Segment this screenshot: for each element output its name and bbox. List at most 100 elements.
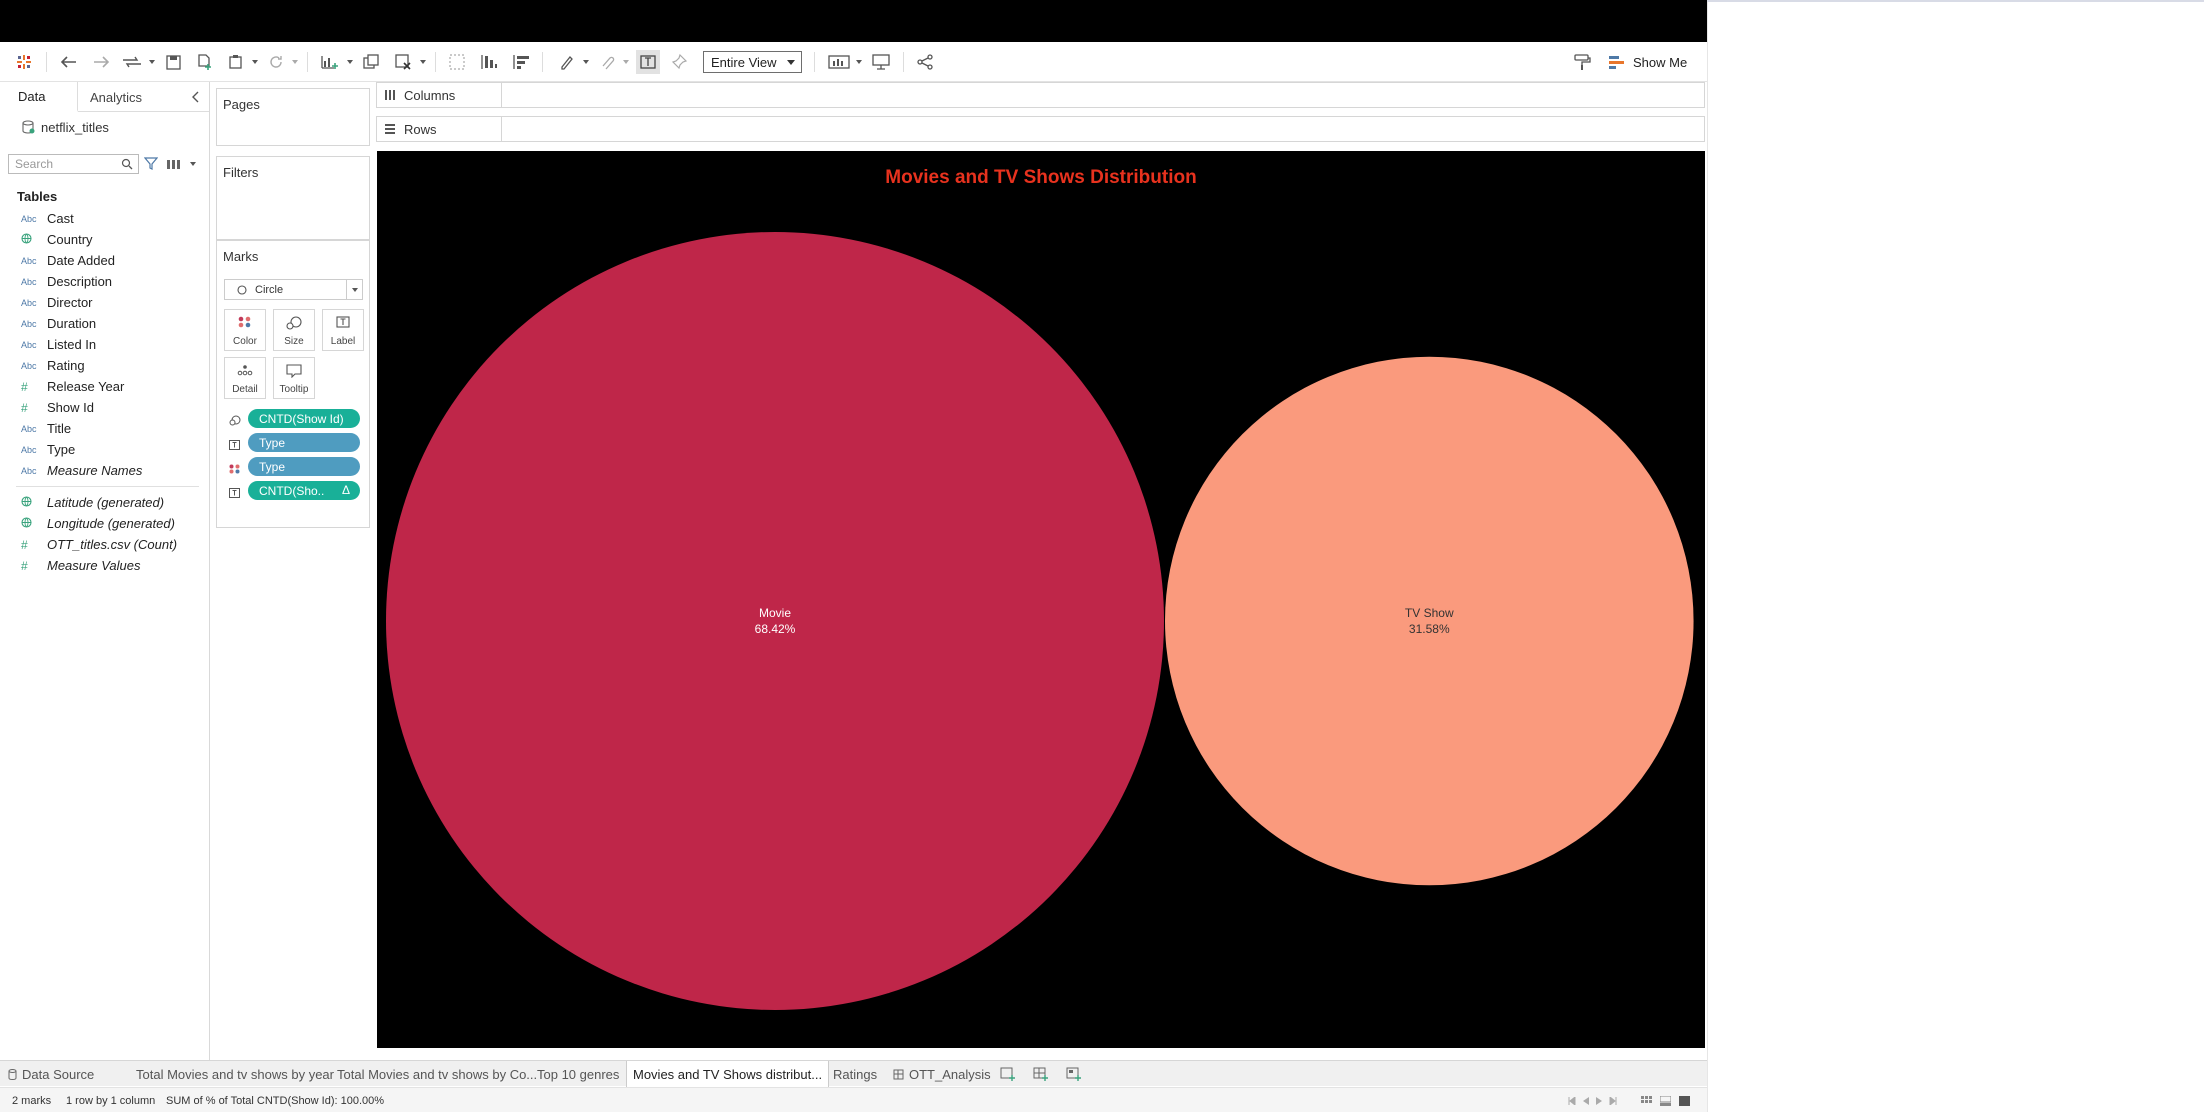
new-worksheet-tab-icon[interactable] (1000, 1061, 1016, 1087)
sheet-sorter-icon[interactable] (1641, 1095, 1652, 1106)
chevron-down-icon[interactable] (290, 50, 300, 74)
next-sheet-icon[interactable] (1596, 1096, 1602, 1105)
filmstrip-icon[interactable] (1660, 1095, 1671, 1106)
sheet-tab[interactable]: Top 10 genres (537, 1061, 619, 1087)
show-mark-labels-icon[interactable] (636, 50, 660, 74)
bubble-mark[interactable] (386, 232, 1164, 1010)
new-story-tab-icon[interactable] (1066, 1061, 1082, 1087)
sheet-tab-active[interactable]: Movies and TV Shows distribut... (626, 1061, 830, 1087)
tab-analytics[interactable]: Analytics (78, 82, 178, 112)
field-name: Rating (47, 358, 85, 373)
datasource-item[interactable]: netflix_titles (0, 112, 209, 142)
chevron-down-icon[interactable] (250, 50, 260, 74)
field-item[interactable]: Abc Director (0, 292, 209, 313)
last-sheet-icon[interactable] (1609, 1096, 1617, 1105)
field-item[interactable]: Abc Measure Names (0, 460, 209, 481)
field-item[interactable]: # Show Id (0, 397, 209, 418)
filters-card[interactable]: Filters (216, 156, 370, 240)
field-pill[interactable]: Type (248, 457, 360, 476)
first-sheet-icon[interactable] (1568, 1096, 1576, 1105)
columns-shelf[interactable]: Columns (376, 82, 1705, 108)
size-icon[interactable] (229, 413, 241, 431)
chevron-down-icon[interactable] (854, 50, 864, 74)
bubble-mark[interactable] (1165, 356, 1694, 886)
top-black-bar (0, 0, 1707, 42)
field-item[interactable]: Longitude (generated) (0, 513, 209, 534)
fix-axes-pin-icon[interactable] (668, 50, 690, 74)
chevron-down-icon[interactable] (581, 50, 591, 74)
presentation-mode-icon[interactable] (869, 50, 893, 74)
rows-shelf[interactable]: Rows (376, 116, 1705, 142)
pages-card[interactable]: Pages (216, 88, 370, 146)
bubble-chart[interactable]: Movies and TV Shows Distribution Movie 68.… (377, 151, 1705, 1048)
field-item[interactable]: # Release Year (0, 376, 209, 397)
field-pill[interactable]: Type (248, 433, 360, 452)
bubble-movie[interactable]: Movie 68.42% (386, 232, 1164, 1010)
bubble-tv-show[interactable]: TV Show 31.58% (1165, 356, 1694, 886)
show-me-button[interactable]: Show Me (1609, 50, 1687, 74)
share-icon[interactable] (914, 50, 936, 74)
label-icon[interactable] (229, 437, 240, 455)
chevron-down-icon[interactable] (621, 50, 631, 74)
tableau-logo-icon[interactable] (12, 50, 36, 74)
filter-icon[interactable] (143, 157, 159, 175)
tooltip-button[interactable]: Tooltip (273, 357, 315, 399)
field-item[interactable]: Abc Type (0, 439, 209, 460)
show-hide-cards-icon[interactable] (826, 50, 852, 74)
field-item[interactable]: Abc Duration (0, 313, 209, 334)
data-source-tab[interactable]: Data Source (8, 1061, 94, 1087)
sort-descending-icon[interactable] (510, 50, 532, 74)
mark-type-dropdown[interactable]: Circle (224, 279, 363, 300)
field-item[interactable]: Abc Listed In (0, 334, 209, 355)
undo-icon[interactable] (58, 50, 80, 74)
field-item[interactable]: Abc Cast (0, 208, 209, 229)
field-item[interactable]: Latitude (generated) (0, 492, 209, 513)
color-icon[interactable] (229, 461, 240, 479)
sort-ascending-icon[interactable] (478, 50, 500, 74)
detail-button[interactable]: Detail (224, 357, 266, 399)
sheet-tab[interactable]: Ratings (833, 1061, 877, 1087)
fit-dropdown[interactable]: Entire View (703, 51, 802, 73)
field-item[interactable]: Abc Date Added (0, 250, 209, 271)
chevron-down-icon[interactable] (418, 50, 428, 74)
field-item[interactable]: Country (0, 229, 209, 250)
chevron-down-icon[interactable] (190, 162, 196, 166)
color-button[interactable]: Color (224, 309, 266, 351)
tab-data[interactable]: Data (0, 82, 78, 112)
new-dashboard-tab-icon[interactable] (1033, 1061, 1049, 1087)
refresh-icon[interactable] (265, 50, 287, 74)
new-worksheet-icon[interactable] (318, 50, 342, 74)
new-datasource-icon[interactable] (193, 50, 215, 74)
chevron-left-icon[interactable] (191, 90, 201, 108)
chevron-down-icon[interactable] (345, 50, 355, 74)
prev-sheet-icon[interactable] (1583, 1096, 1589, 1105)
field-pill[interactable]: CNTD(Show Id) (248, 409, 360, 428)
field-item[interactable]: Abc Rating (0, 355, 209, 376)
size-button[interactable]: Size (273, 309, 315, 351)
field-item[interactable]: Abc Description (0, 271, 209, 292)
sheet-tab[interactable]: Total Movies and tv shows by Co... (337, 1061, 537, 1087)
label-icon[interactable] (229, 485, 240, 503)
clear-sheet-icon[interactable] (392, 50, 414, 74)
redo-icon[interactable] (90, 50, 112, 74)
view-toggle-icon[interactable] (166, 157, 182, 175)
swap-rows-columns-icon[interactable] (446, 50, 468, 74)
sheet-tab[interactable]: Total Movies and tv shows by year (136, 1061, 334, 1087)
field-pill[interactable]: CNTD(Sho.. Δ (248, 481, 360, 500)
replay-icon[interactable] (120, 50, 144, 74)
pause-updates-icon[interactable] (225, 50, 247, 74)
field-item[interactable]: # OTT_titles.csv (Count) (0, 534, 209, 555)
chevron-down-icon[interactable] (147, 50, 157, 74)
field-item[interactable]: Abc Title (0, 418, 209, 439)
group-members-icon[interactable] (596, 50, 618, 74)
search-input[interactable]: Search (8, 154, 139, 174)
dashboard-tab[interactable]: OTT_Analysis (893, 1061, 991, 1087)
field-item[interactable]: # Measure Values (0, 555, 209, 576)
label-button[interactable]: Label (322, 309, 364, 351)
save-icon[interactable] (162, 50, 184, 74)
tabs-view-icon[interactable] (1679, 1095, 1690, 1106)
duplicate-sheet-icon[interactable] (360, 50, 382, 74)
highlight-icon[interactable] (556, 50, 578, 74)
viz-canvas[interactable]: Movies and TV Shows Distribution Movie 68.… (377, 151, 1705, 1048)
format-painter-icon[interactable] (1570, 50, 1594, 74)
